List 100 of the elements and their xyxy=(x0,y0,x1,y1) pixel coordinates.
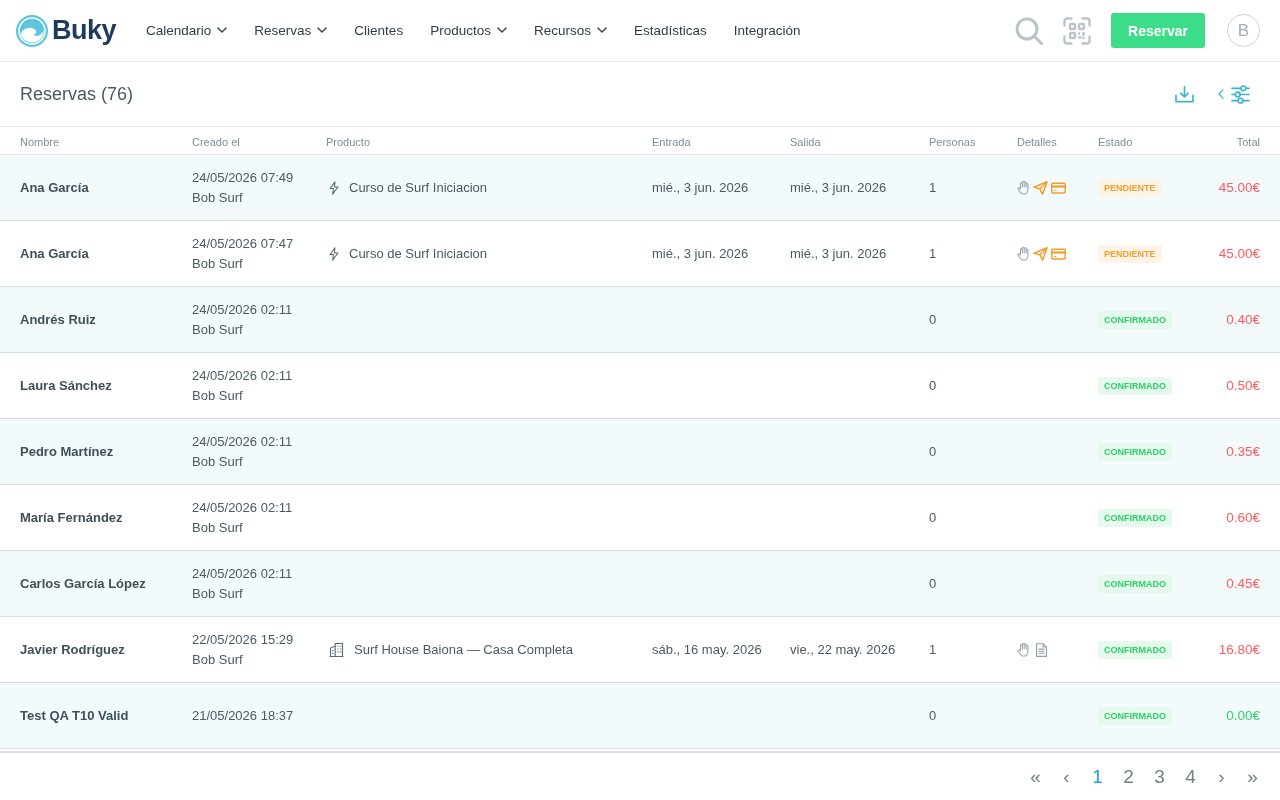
customer-name: Andrés Ruiz xyxy=(20,312,96,327)
table-row[interactable]: Test QA T10 Valid 21/05/2026 18:37 0 CONFIRMADO 0.00€ xyxy=(0,683,1280,749)
column-header: Estado xyxy=(1098,135,1133,148)
person-count: 0 xyxy=(929,510,937,525)
created-by: Bob Surf xyxy=(192,255,243,272)
column-header: Total xyxy=(1236,135,1260,148)
chevron-left-icon[interactable] xyxy=(1218,89,1224,99)
page-title: Reservas (76) xyxy=(20,83,134,105)
check-out-date: mié., 3 jun. 2026 xyxy=(790,246,887,261)
total-amount: 0.60€ xyxy=(1226,510,1260,525)
status-badge: CONFIRMADO xyxy=(1098,442,1172,461)
status-badge: PENDIENTE xyxy=(1098,244,1162,263)
download-icon[interactable] xyxy=(1175,85,1194,103)
building-icon xyxy=(329,642,344,657)
status-badge: CONFIRMADO xyxy=(1098,508,1172,527)
status-badge: CONFIRMADO xyxy=(1098,640,1172,659)
check-in-date: mié., 3 jun. 2026 xyxy=(652,246,749,261)
total-amount: 16.80€ xyxy=(1218,642,1260,657)
wave-logo-icon[interactable] xyxy=(16,14,48,47)
column-header: Producto xyxy=(326,135,371,148)
total-amount: 0.45€ xyxy=(1226,576,1260,591)
person-count: 1 xyxy=(929,642,937,657)
created-by: Bob Surf xyxy=(192,189,243,206)
search-icon[interactable] xyxy=(1015,16,1043,45)
nav-menu-item[interactable]: Integración xyxy=(733,19,801,42)
table-row[interactable]: Pedro Martínez 24/05/2026 02:11 Bob Surf 0 CONFIRMADO 0.35€ xyxy=(0,419,1280,485)
qr-code-icon[interactable] xyxy=(1063,16,1091,45)
status-badge: PENDIENTE xyxy=(1098,178,1162,197)
created-date: 24/05/2026 07:47 xyxy=(192,235,294,252)
nav-menu-item[interactable]: Recursos xyxy=(533,19,607,42)
nav-menu-item[interactable]: Calendario xyxy=(146,19,228,42)
total-amount: 0.40€ xyxy=(1226,312,1260,327)
nav-menu-item[interactable]: Clientes xyxy=(354,19,404,42)
total-amount: 0.00€ xyxy=(1226,708,1260,723)
next-page-button[interactable]: › xyxy=(1206,761,1237,792)
customer-name: Ana García xyxy=(20,180,89,195)
created-date: 24/05/2026 02:11 xyxy=(192,367,293,384)
table-row[interactable]: Ana García 24/05/2026 07:49 Bob Surf Curso de Surf Iniciacion mié., 3 jun. 2026 mié., 3 jun. 2026 1 PENDIENTE 45.00€ xyxy=(0,155,1280,221)
person-count: 0 xyxy=(929,708,937,723)
page-button[interactable]: 3 xyxy=(1144,761,1175,792)
page-button[interactable]: 4 xyxy=(1175,761,1206,792)
created-by: Bob Surf xyxy=(192,321,243,338)
customer-name: Pedro Martínez xyxy=(20,444,114,459)
customer-name: María Fernández xyxy=(20,510,123,525)
column-header: Nombre xyxy=(20,135,60,148)
product-name: Curso de Surf Iniciacion xyxy=(349,180,487,195)
nav-menu-item[interactable]: Productos xyxy=(430,19,507,42)
person-count: 0 xyxy=(929,576,937,591)
created-date: 24/05/2026 07:49 xyxy=(192,169,294,186)
check-in-date: sáb., 16 may. 2026 xyxy=(652,642,762,657)
total-amount: 45.00€ xyxy=(1218,180,1260,195)
created-date: 21/05/2026 18:37 xyxy=(192,707,294,724)
column-header: Detalles xyxy=(1017,135,1057,148)
lightning-bolt-icon xyxy=(329,180,339,195)
column-header: Personas xyxy=(929,135,976,148)
total-amount: 0.35€ xyxy=(1226,444,1260,459)
created-date: 24/05/2026 02:11 xyxy=(192,499,293,516)
created-by: Bob Surf xyxy=(192,585,243,602)
page-button[interactable]: 2 xyxy=(1113,761,1144,792)
logo-text[interactable]: Buky xyxy=(52,15,117,46)
created-date: 22/05/2026 15:29 xyxy=(192,631,294,648)
total-amount: 0.50€ xyxy=(1226,378,1260,393)
customer-name: Ana García xyxy=(20,246,89,261)
table-row[interactable]: Andrés Ruiz 24/05/2026 02:11 Bob Surf 0 CONFIRMADO 0.40€ xyxy=(0,287,1280,353)
check-out-date: mié., 3 jun. 2026 xyxy=(790,180,887,195)
customer-name: Test QA T10 Valid xyxy=(20,708,129,723)
first-page-button[interactable]: « xyxy=(1020,761,1051,792)
column-header: Entrada xyxy=(652,135,691,148)
total-amount: 45.00€ xyxy=(1218,246,1260,261)
created-date: 24/05/2026 02:11 xyxy=(192,301,293,318)
created-by: Bob Surf xyxy=(192,519,243,536)
created-by: Bob Surf xyxy=(192,651,243,668)
person-count: 0 xyxy=(929,444,937,459)
column-header: Creado el xyxy=(192,135,240,148)
sliders-icon[interactable] xyxy=(1231,84,1250,104)
created-date: 24/05/2026 02:11 xyxy=(192,565,293,582)
previous-page-button[interactable]: ‹ xyxy=(1051,761,1082,792)
customer-name: Carlos García López xyxy=(20,576,146,591)
lightning-bolt-icon xyxy=(329,246,339,261)
person-count: 0 xyxy=(929,378,937,393)
last-page-button[interactable]: » xyxy=(1237,761,1268,792)
status-badge: CONFIRMADO xyxy=(1098,310,1172,329)
created-by: Bob Surf xyxy=(192,453,243,470)
person-count: 1 xyxy=(929,246,937,261)
nav-menu-item[interactable]: Estadísticas xyxy=(633,19,707,42)
status-badge: CONFIRMADO xyxy=(1098,706,1172,725)
status-badge: CONFIRMADO xyxy=(1098,376,1172,395)
created-date: 24/05/2026 02:11 xyxy=(192,433,293,450)
column-header: Salida xyxy=(790,135,821,148)
customer-name: Laura Sánchez xyxy=(20,378,112,393)
table-row[interactable]: Carlos García López 24/05/2026 02:11 Bob Surf 0 CONFIRMADO 0.45€ xyxy=(0,551,1280,617)
check-out-date: vie., 22 may. 2026 xyxy=(790,642,896,657)
product-name: Surf House Baiona — Casa Completa xyxy=(354,642,573,657)
product-name: Curso de Surf Iniciacion xyxy=(349,246,487,261)
customer-name: Javier Rodríguez xyxy=(20,642,125,657)
person-count: 0 xyxy=(929,312,937,327)
nav-menu-item[interactable]: Reservas xyxy=(254,19,328,42)
check-in-date: mié., 3 jun. 2026 xyxy=(652,180,749,195)
status-badge: CONFIRMADO xyxy=(1098,574,1172,593)
created-by: Bob Surf xyxy=(192,387,243,404)
